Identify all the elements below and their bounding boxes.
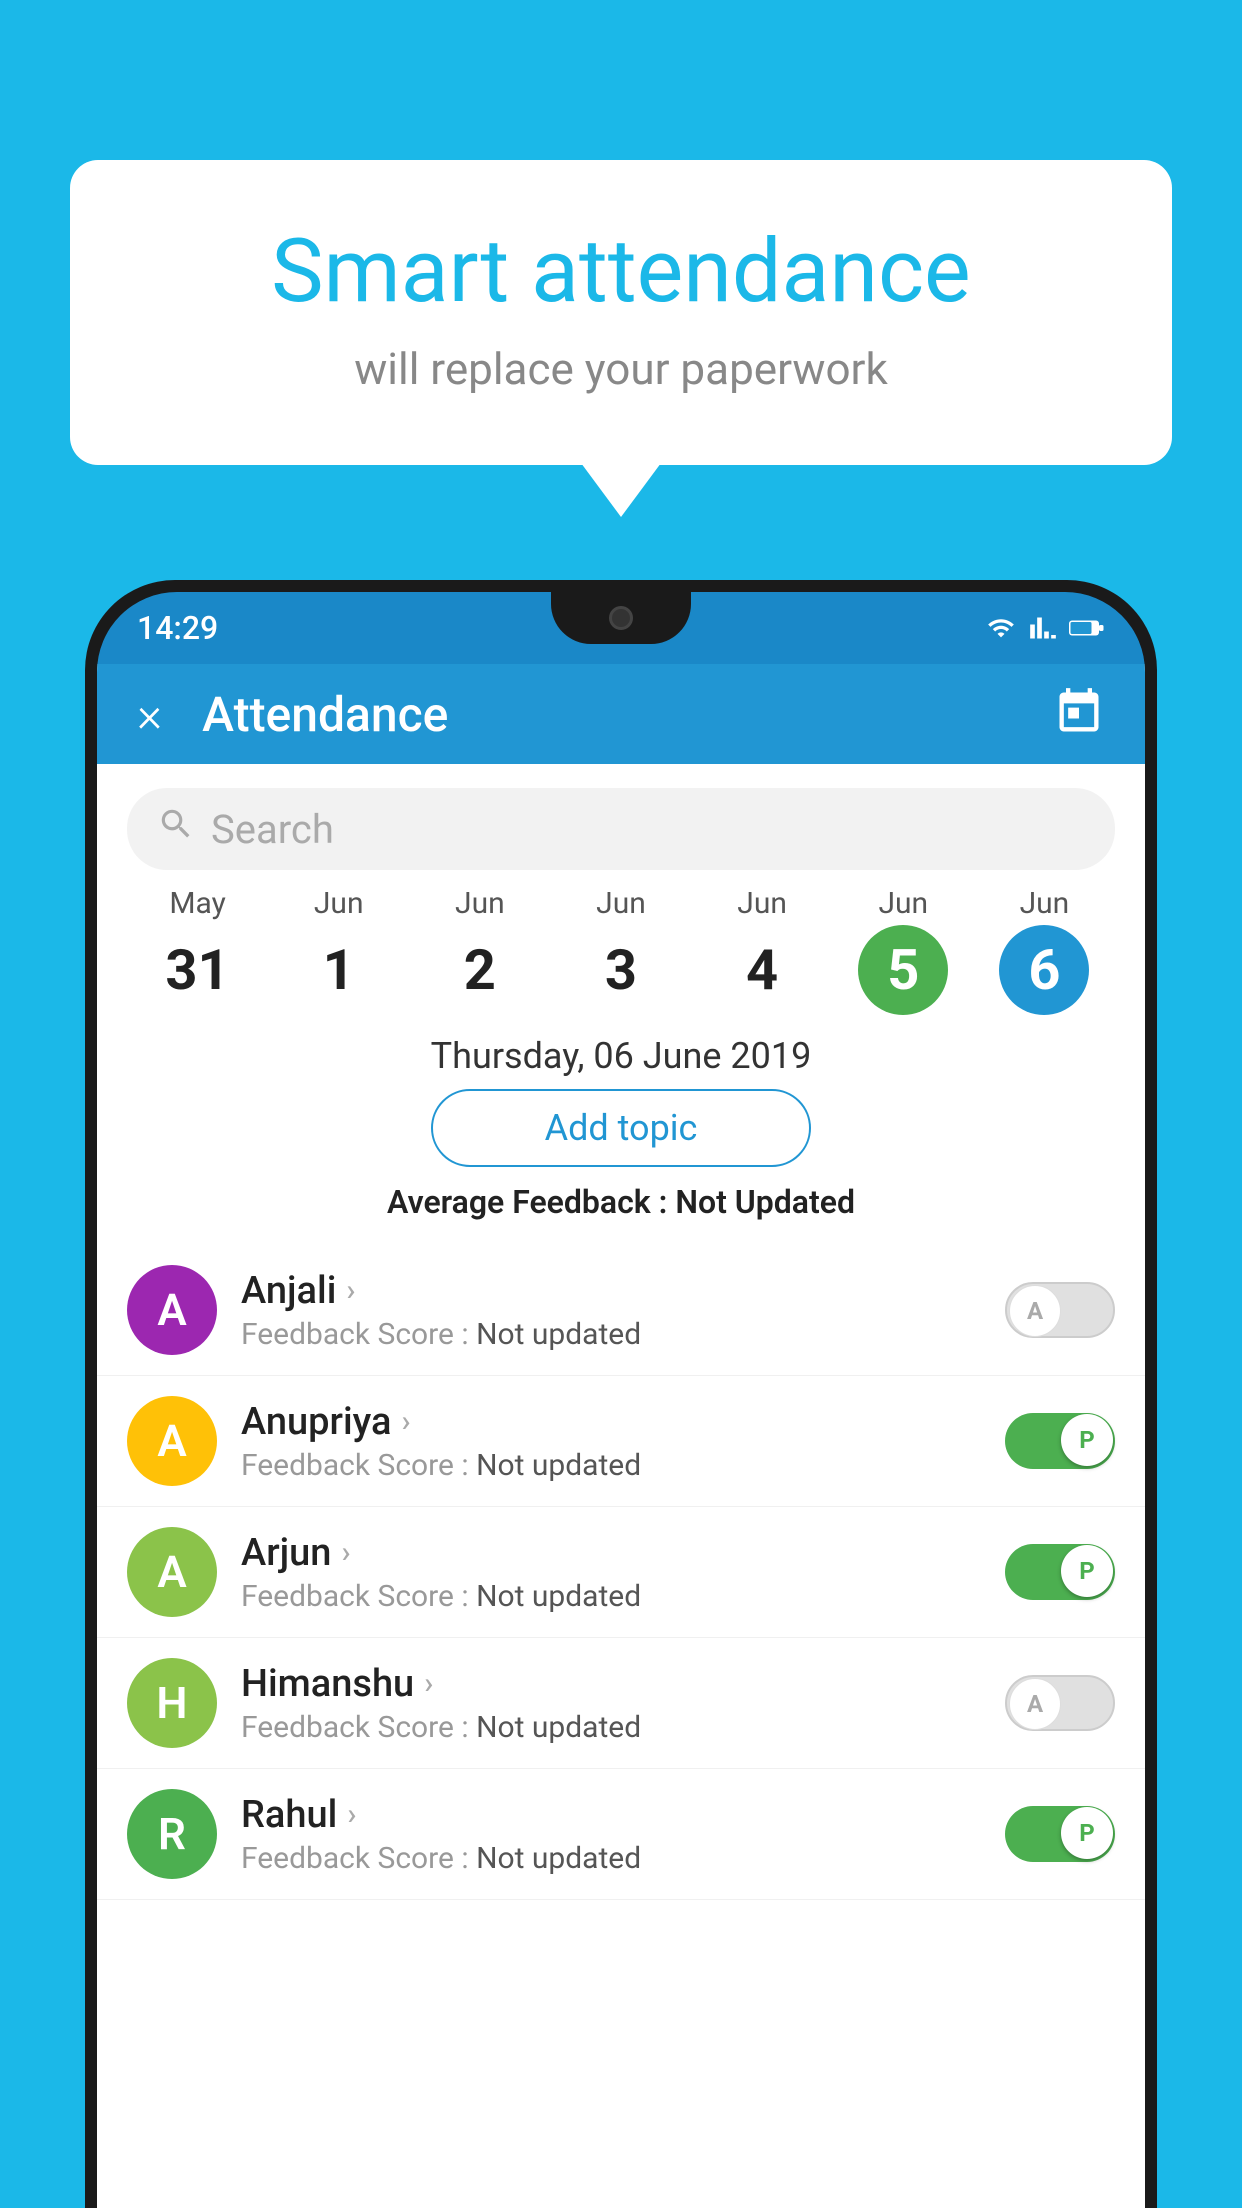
app-header: × Attendance xyxy=(97,664,1145,764)
cal-day-0[interactable]: 31 xyxy=(127,925,268,1015)
student-avatar-3: H xyxy=(127,1658,217,1748)
chevron-icon-1: › xyxy=(401,1404,410,1439)
attendance-toggle-2[interactable]: P xyxy=(1005,1544,1115,1600)
phone-inner: 14:29 × Attendance xyxy=(97,592,1145,2208)
student-info-0: Anjali › Feedback Score : Not updated xyxy=(241,1269,1005,1352)
cal-month-1: Jun xyxy=(268,886,409,925)
cal-month-3: Jun xyxy=(550,886,691,925)
search-placeholder: Search xyxy=(211,806,334,853)
chevron-icon-4: › xyxy=(347,1797,356,1832)
calendar-icon[interactable] xyxy=(1053,686,1105,742)
search-icon xyxy=(157,805,195,853)
student-name-4: Rahul › xyxy=(241,1793,1005,1837)
cal-day-3[interactable]: 3 xyxy=(550,925,691,1015)
toggle-knob-1: P xyxy=(1061,1414,1113,1466)
cal-month-5: Jun xyxy=(833,886,974,925)
status-time: 14:29 xyxy=(137,609,218,647)
student-feedback-2: Feedback Score : Not updated xyxy=(241,1579,1005,1614)
cal-day-6[interactable]: 6 xyxy=(974,925,1115,1015)
student-avatar-2: A xyxy=(127,1527,217,1617)
attendance-toggle-1[interactable]: P xyxy=(1005,1413,1115,1469)
student-avatar-1: A xyxy=(127,1396,217,1486)
avg-feedback-label: Average Feedback : xyxy=(387,1183,675,1221)
student-list: A Anjali › Feedback Score : Not updated … xyxy=(97,1245,1145,1900)
bubble-subtitle: will replace your paperwork xyxy=(150,343,1092,395)
cal-day-5[interactable]: 5 xyxy=(833,925,974,1015)
student-avatar-0: A xyxy=(127,1265,217,1355)
cal-day-1[interactable]: 1 xyxy=(268,925,409,1015)
toggle-knob-2: P xyxy=(1061,1545,1113,1597)
calendar-days-row[interactable]: 31123456 xyxy=(97,925,1145,1015)
speech-bubble: Smart attendance will replace your paper… xyxy=(70,160,1172,465)
phone-notch xyxy=(551,592,691,644)
student-item-0[interactable]: A Anjali › Feedback Score : Not updated … xyxy=(97,1245,1145,1376)
cal-month-4: Jun xyxy=(692,886,833,925)
calendar-months-row: MayJunJunJunJunJunJun xyxy=(97,886,1145,925)
student-feedback-4: Feedback Score : Not updated xyxy=(241,1841,1005,1876)
student-name-2: Arjun › xyxy=(241,1531,1005,1575)
phone-screen: × Attendance Search MayJunJunJunJunJunJu… xyxy=(97,664,1145,2208)
student-item-1[interactable]: A Anupriya › Feedback Score : Not update… xyxy=(97,1376,1145,1507)
avg-feedback-value: Not Updated xyxy=(675,1183,855,1221)
student-name-3: Himanshu › xyxy=(241,1662,1005,1706)
toggle-knob-3: A xyxy=(1009,1678,1061,1730)
student-name-1: Anupriya › xyxy=(241,1400,1005,1444)
cal-day-2[interactable]: 2 xyxy=(409,925,550,1015)
signal-icon xyxy=(1029,614,1057,642)
bubble-title: Smart attendance xyxy=(150,220,1092,323)
student-info-1: Anupriya › Feedback Score : Not updated xyxy=(241,1400,1005,1483)
student-info-3: Himanshu › Feedback Score : Not updated xyxy=(241,1662,1005,1745)
selected-date: Thursday, 06 June 2019 xyxy=(97,1035,1145,1077)
avg-feedback: Average Feedback : Not Updated xyxy=(97,1183,1145,1221)
close-button[interactable]: × xyxy=(137,686,162,743)
cal-day-4[interactable]: 4 xyxy=(692,925,833,1015)
student-info-2: Arjun › Feedback Score : Not updated xyxy=(241,1531,1005,1614)
student-item-2[interactable]: A Arjun › Feedback Score : Not updated P xyxy=(97,1507,1145,1638)
chevron-icon-0: › xyxy=(346,1273,355,1308)
attendance-toggle-3[interactable]: A xyxy=(1005,1675,1115,1731)
cal-month-0: May xyxy=(127,886,268,925)
cal-month-6: Jun xyxy=(974,886,1115,925)
camera-dot xyxy=(609,606,633,630)
student-avatar-4: R xyxy=(127,1789,217,1879)
attendance-toggle-4[interactable]: P xyxy=(1005,1806,1115,1862)
student-feedback-1: Feedback Score : Not updated xyxy=(241,1448,1005,1483)
add-topic-button[interactable]: Add topic xyxy=(431,1089,811,1167)
status-icons xyxy=(985,614,1105,642)
chevron-icon-3: › xyxy=(424,1666,433,1701)
student-feedback-3: Feedback Score : Not updated xyxy=(241,1710,1005,1745)
student-feedback-0: Feedback Score : Not updated xyxy=(241,1317,1005,1352)
header-title: Attendance xyxy=(202,686,1053,743)
battery-icon xyxy=(1069,614,1105,642)
screen-content: Search MayJunJunJunJunJunJun 31123456 Th… xyxy=(97,764,1145,2208)
student-item-4[interactable]: R Rahul › Feedback Score : Not updated P xyxy=(97,1769,1145,1900)
toggle-knob-4: P xyxy=(1061,1807,1113,1859)
cal-month-2: Jun xyxy=(409,886,550,925)
student-item-3[interactable]: H Himanshu › Feedback Score : Not update… xyxy=(97,1638,1145,1769)
chevron-icon-2: › xyxy=(341,1535,350,1570)
attendance-toggle-0[interactable]: A xyxy=(1005,1282,1115,1338)
student-info-4: Rahul › Feedback Score : Not updated xyxy=(241,1793,1005,1876)
search-bar[interactable]: Search xyxy=(127,788,1115,870)
phone-frame: 14:29 × Attendance xyxy=(85,580,1157,2208)
wifi-icon xyxy=(985,614,1017,642)
student-name-0: Anjali › xyxy=(241,1269,1005,1313)
toggle-knob-0: A xyxy=(1009,1285,1061,1337)
